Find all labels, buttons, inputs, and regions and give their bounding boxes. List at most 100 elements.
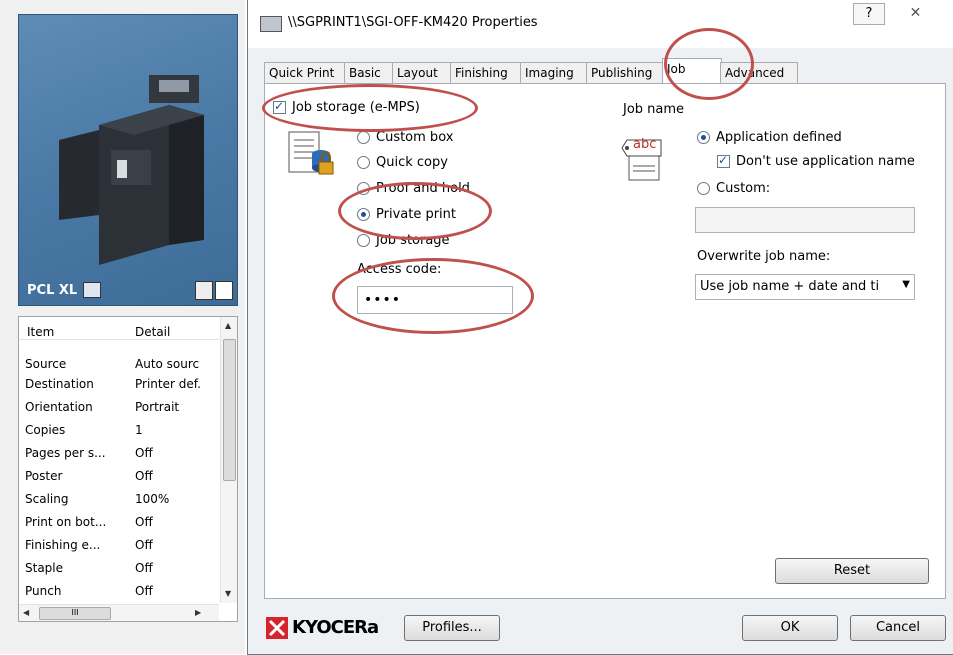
printer-icon (83, 282, 101, 298)
option-label: Quick copy (376, 155, 448, 170)
row-detail: Off (135, 515, 153, 529)
scroll-down-icon[interactable]: ▼ (225, 589, 231, 598)
tab-publishing[interactable]: Publishing (586, 62, 664, 83)
table-row: Pages per s... Off (19, 444, 219, 464)
row-item: Finishing e... (25, 538, 101, 552)
scroll-left-icon[interactable]: ◀ (23, 608, 29, 617)
radio-job-storage[interactable]: Job storage (357, 233, 450, 248)
row-item: Punch (25, 584, 62, 598)
option-label: Proof and hold (376, 181, 470, 196)
checkbox-checked-icon[interactable] (717, 153, 730, 168)
checkbox-checked-icon[interactable] (273, 99, 286, 114)
text-view-icon[interactable] (215, 281, 233, 300)
custom-job-name-field[interactable] (695, 207, 915, 233)
reset-button[interactable]: Reset (775, 558, 929, 584)
row-detail: Off (135, 561, 153, 575)
radio-application-defined[interactable]: Application defined (697, 130, 842, 145)
vertical-scroll-thumb[interactable] (223, 339, 236, 481)
scroll-up-icon[interactable]: ▲ (225, 321, 231, 330)
table-row: Copies 1 (19, 421, 219, 441)
tab-quick-print[interactable]: Quick Print (264, 62, 346, 83)
access-code-field[interactable]: •••• (357, 286, 513, 314)
table-row: Print on bot... Off (19, 513, 219, 533)
row-item: Copies (25, 423, 66, 437)
radio-icon[interactable] (357, 182, 370, 195)
radio-icon[interactable] (357, 131, 370, 144)
tab-layout[interactable]: Layout (392, 62, 452, 83)
printer-preview: PCL XL (18, 14, 238, 306)
row-item: Pages per s... (25, 446, 106, 460)
radio-quick-copy[interactable]: Quick copy (357, 155, 448, 170)
option-label: Job storage (376, 233, 450, 248)
tab-imaging[interactable]: Imaging (520, 62, 588, 83)
radio-private-print[interactable]: Private print (357, 207, 456, 222)
table-header: Item Detail (19, 317, 219, 340)
row-detail: Off (135, 538, 153, 552)
scroll-right-icon[interactable]: ▶ (195, 608, 201, 617)
row-detail: Portrait (135, 400, 180, 414)
radio-icon[interactable] (357, 156, 370, 169)
radio-custom[interactable]: Custom: (697, 181, 770, 196)
properties-dialog: \\SGPRINT1\SGI-OFF-KM420 Properties ? ✕ … (247, 0, 953, 655)
job-storage-label: Job storage (e-MPS) (292, 100, 420, 115)
ok-button[interactable]: OK (742, 615, 838, 641)
row-detail: 1 (135, 423, 143, 437)
title-bar: \\SGPRINT1\SGI-OFF-KM420 Properties ? ✕ (248, 0, 953, 48)
tag-text: abc (633, 137, 657, 152)
row-detail: Off (135, 584, 153, 598)
profiles-button[interactable]: Profiles... (404, 615, 500, 641)
close-button[interactable]: ✕ (893, 3, 938, 23)
row-item: Print on bot... (25, 515, 107, 529)
table-row: Staple Off (19, 559, 219, 579)
row-item: Scaling (25, 492, 69, 506)
column-header-item[interactable]: Item (27, 325, 54, 339)
column-header-detail[interactable]: Detail (135, 325, 170, 339)
overwrite-job-name-select[interactable]: Use job name + date and ti ▼ (695, 274, 915, 300)
tab-job[interactable]: Job (662, 58, 722, 84)
radio-custom-box[interactable]: Custom box (357, 130, 453, 145)
overwrite-selected-value: Use job name + date and ti (700, 279, 880, 294)
radio-icon[interactable] (697, 182, 710, 195)
horizontal-scroll-thumb[interactable]: III (39, 607, 111, 620)
table-row: Source Auto sourc (19, 355, 219, 375)
vertical-scrollbar[interactable]: ▲ ▼ (220, 317, 237, 603)
option-label: Don't use application name (736, 154, 915, 169)
job-storage-icon (288, 131, 334, 175)
row-detail: 100% (135, 492, 170, 506)
overwrite-job-name-label: Overwrite job name: (697, 249, 831, 264)
kyocera-logo: KYOCERa (266, 614, 379, 642)
row-detail: Printer def. (135, 377, 201, 391)
job-storage-checkbox[interactable]: Job storage (e-MPS) (273, 99, 420, 115)
tab-finishing[interactable]: Finishing (450, 62, 522, 83)
table-row: Punch Off (19, 582, 219, 602)
radio-selected-icon[interactable] (697, 131, 710, 144)
help-button[interactable]: ? (853, 3, 885, 25)
kyocera-mark-icon (266, 617, 288, 639)
cancel-button[interactable]: Cancel (850, 615, 946, 641)
tab-advanced[interactable]: Advanced (720, 62, 798, 83)
radio-selected-icon[interactable] (357, 208, 370, 221)
row-detail: Off (135, 469, 153, 483)
table-row: Destination Printer def. (19, 375, 219, 395)
row-item: Source (25, 357, 67, 371)
job-name-tag-icon: abc (621, 134, 667, 182)
table-row: Poster Off (19, 467, 219, 487)
horizontal-scrollbar[interactable]: ◀ III ▶ (19, 604, 219, 621)
printer-icon (260, 16, 282, 32)
table-row: Scaling 100% (19, 490, 219, 510)
option-label: Custom: (716, 181, 771, 196)
pdl-label: PCL XL (27, 283, 78, 298)
option-label: Private print (376, 207, 456, 222)
option-label: Custom box (376, 130, 454, 145)
radio-proof-and-hold[interactable]: Proof and hold (357, 181, 470, 196)
option-label: Application defined (716, 130, 842, 145)
job-name-heading: Job name (623, 102, 685, 117)
printer-illustration (59, 75, 204, 265)
tab-basic[interactable]: Basic (344, 62, 394, 83)
table-row: Orientation Portrait (19, 398, 219, 418)
chevron-down-icon[interactable]: ▼ (902, 279, 910, 290)
graphic-view-icon[interactable] (195, 281, 213, 300)
settings-summary-table: Item Detail Source Auto sourc Destination… (18, 316, 238, 622)
dont-use-app-name-checkbox[interactable]: Don't use application name (717, 153, 915, 169)
radio-icon[interactable] (357, 234, 370, 247)
